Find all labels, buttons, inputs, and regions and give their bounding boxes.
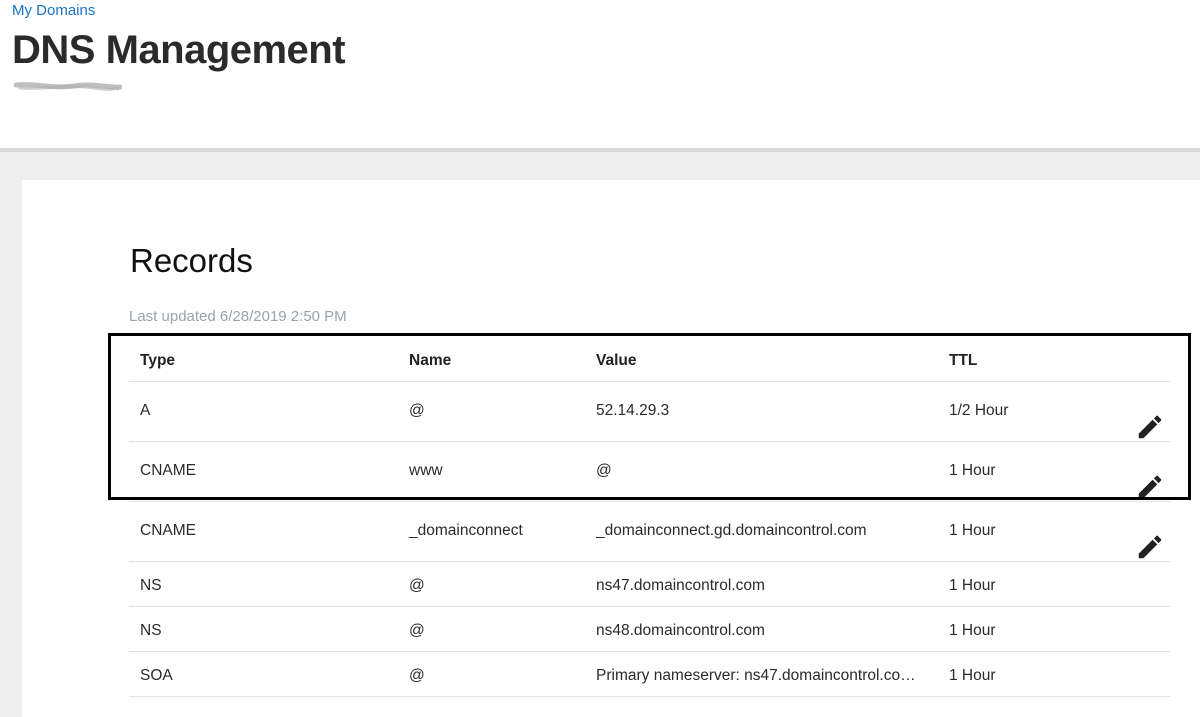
column-header-type: Type bbox=[140, 352, 176, 369]
record-value: @ bbox=[596, 462, 612, 479]
last-updated-text: Last updated 6/28/2019 2:50 PM bbox=[129, 308, 347, 325]
record-type: NS bbox=[140, 622, 162, 639]
record-ttl: 1 Hour bbox=[949, 462, 996, 479]
record-type: SOA bbox=[140, 667, 173, 684]
record-name: @ bbox=[409, 667, 425, 684]
record-name: @ bbox=[409, 402, 425, 419]
record-ttl: 1 Hour bbox=[949, 577, 996, 594]
record-type: CNAME bbox=[140, 462, 196, 479]
table-row: A @ 52.14.29.3 1/2 Hour bbox=[129, 382, 1170, 442]
record-value: ns48.domaincontrol.com bbox=[596, 622, 765, 639]
record-name: www bbox=[409, 462, 443, 479]
record-ttl: 1/2 Hour bbox=[949, 402, 1009, 419]
edit-record-button[interactable] bbox=[1135, 532, 1165, 562]
record-name: @ bbox=[409, 577, 425, 594]
table-row: SOA @ Primary nameserver: ns47.domaincon… bbox=[129, 652, 1170, 697]
table-row: NS @ ns48.domaincontrol.com 1 Hour bbox=[129, 607, 1170, 652]
record-value: Primary nameserver: ns47.domaincontrol.c… bbox=[596, 667, 916, 684]
dns-records-table: Type Name Value TTL A @ 52.14.29.3 1/2 H… bbox=[129, 338, 1170, 697]
breadcrumb-my-domains[interactable]: My Domains bbox=[12, 2, 95, 19]
record-name: @ bbox=[409, 622, 425, 639]
record-name: _domainconnect bbox=[409, 522, 523, 539]
page-header: My Domains DNS Management bbox=[0, 0, 1200, 148]
pencil-icon bbox=[1138, 475, 1162, 499]
page-title: DNS Management bbox=[12, 28, 346, 72]
record-value: 52.14.29.3 bbox=[596, 402, 670, 419]
pencil-icon bbox=[1138, 415, 1162, 439]
table-row: NS @ ns47.domaincontrol.com 1 Hour bbox=[129, 562, 1170, 607]
column-header-value: Value bbox=[596, 352, 637, 369]
column-header-ttl: TTL bbox=[949, 352, 978, 369]
record-ttl: 1 Hour bbox=[949, 622, 996, 639]
record-type: NS bbox=[140, 577, 162, 594]
record-type: CNAME bbox=[140, 522, 196, 539]
record-value: ns47.domaincontrol.com bbox=[596, 577, 765, 594]
record-value: _domainconnect.gd.domaincontrol.com bbox=[596, 522, 867, 539]
redacted-domain bbox=[14, 82, 122, 91]
record-ttl: 1 Hour bbox=[949, 667, 996, 684]
records-heading: Records bbox=[130, 242, 253, 279]
record-ttl: 1 Hour bbox=[949, 522, 996, 539]
table-header-row: Type Name Value TTL bbox=[129, 338, 1170, 382]
record-type: A bbox=[140, 402, 151, 419]
edit-record-button[interactable] bbox=[1135, 472, 1165, 502]
column-header-name: Name bbox=[409, 352, 452, 369]
table-row: CNAME www @ 1 Hour bbox=[129, 442, 1170, 502]
table-row: CNAME _domainconnect _domainconnect.gd.d… bbox=[129, 502, 1170, 562]
pencil-icon bbox=[1138, 535, 1162, 559]
edit-record-button[interactable] bbox=[1135, 412, 1165, 442]
